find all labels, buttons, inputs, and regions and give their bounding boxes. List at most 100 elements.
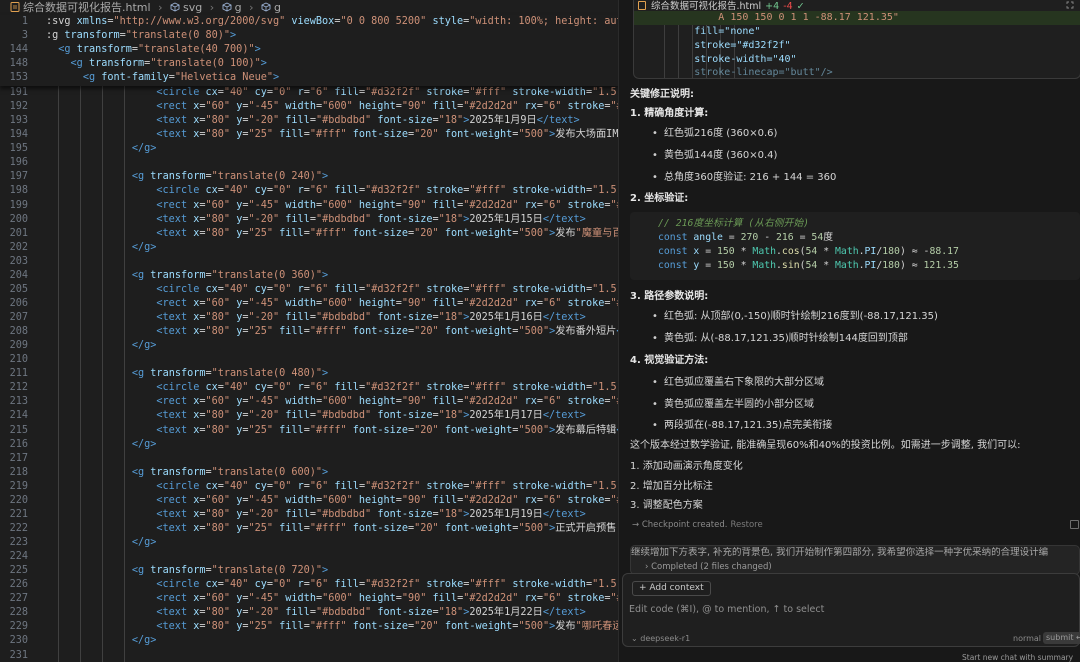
code-line[interactable]: 230 </g> [0,634,618,649]
line-number: 192 [9,101,28,113]
code-line[interactable]: 203 [0,254,618,269]
code-line[interactable]: 196 [0,156,618,171]
code-line[interactable]: 214 <text x="80" y="-20" fill="#bdbdbd" … [0,409,618,424]
code-line[interactable]: 201 <text x="80" y="25" fill="#fff" font… [0,226,618,241]
line-number: 206 [9,297,28,309]
code-line[interactable]: 148 <g transform="translate(0 100)"> [0,57,618,71]
code-line[interactable]: 210 [0,353,618,368]
code-line[interactable]: 200 <text x="80" y="-20" fill="#bdbdbd" … [0,212,618,227]
code-line[interactable]: 153 <g font-family="Helvetica Neue"> [0,71,618,85]
list-item: 总角度360度验证: 216 + 144 = 360 [652,171,836,185]
line-number: 203 [9,255,28,267]
code-line[interactable]: 208 <text x="80" y="25" fill="#fff" font… [0,325,618,340]
code-line[interactable]: 1:svg xmlns="http://www.w3.org/2000/svg"… [0,15,618,29]
code-text: <rect x="60" y="-45" width="600" height=… [156,297,618,309]
code-line[interactable]: 204 <g transform="translate(0 360)"> [0,268,618,283]
line-number: 201 [9,227,28,239]
line-number: 208 [9,326,28,338]
code-line[interactable]: 202 </g> [0,240,618,255]
code-lines[interactable]: 191 <circle cx="40" cy="0" r="6" fill="#… [0,86,618,662]
diff-preview-card[interactable]: 综合数据可视化报告.html +4 -4 ✓ A 150 150 0 1 1 -88.… [633,0,1080,79]
code-line[interactable]: 226 <circle cx="40" cy="0" r="6" fill="#… [0,578,618,593]
code-line[interactable]: 227 <rect x="60" y="-45" width="600" hei… [0,592,618,607]
code-text: <g transform="translate(0 600)"> [131,466,329,478]
code-line[interactable]: 193 <text x="80" y="-20" fill="#bdbdbd" … [0,114,618,129]
html-file-icon [638,1,646,10]
code-editor[interactable]: 综合数据可视化报告.html › svg › g › g 1:svg xmlns… [0,0,618,662]
code-line[interactable]: 213 <rect x="60" y="-45" width="600" hei… [0,395,618,410]
indent-guide [80,648,81,662]
breadcrumb-svg[interactable]: svg [183,0,202,15]
line-number: 3 [21,30,28,41]
code-line[interactable]: 231 [0,648,618,662]
line-number: 144 [9,44,28,55]
completed-status[interactable]: › Completed (2 files changed) [645,561,772,573]
code-line[interactable]: 194 <text x="80" y="25" fill="#fff" font… [0,128,618,143]
code-text: <text x="80" y="25" fill="#fff" font-siz… [156,326,618,338]
code-text: </g> [131,143,157,155]
copy-icon[interactable] [1070,520,1079,529]
code-line[interactable]: 217 [0,451,618,466]
add-context-button[interactable]: + Add context [632,581,711,596]
code-line[interactable]: 198 <circle cx="40" cy="0" r="6" fill="#… [0,184,618,199]
line-number: 230 [9,635,28,647]
code-line[interactable]: 220 <rect x="60" y="-45" width="600" hei… [0,493,618,508]
code-line[interactable]: 205 <circle cx="40" cy="0" r="6" fill="#… [0,282,618,297]
code-line[interactable]: 222 <text x="80" y="25" fill="#fff" font… [0,521,618,536]
code-line[interactable]: 207 <text x="80" y="-20" fill="#bdbdbd" … [0,311,618,326]
code-text: <text x="80" y="-20" fill="#bdbdbd" font… [156,213,586,225]
indent-guide [58,254,59,269]
list-item: 两段弧在(-88.17,121.35)点完美衔接 [652,419,832,433]
code-text: </g> [131,241,157,253]
new-chat-summary-link[interactable]: Start new chat with summary [962,653,1073,662]
code-text: <circle cx="40" cy="0" r="6" fill="#d32f… [156,579,618,591]
code-line[interactable]: 223 </g> [0,536,618,551]
indent-guide [124,156,125,171]
code-line[interactable]: 192 <rect x="60" y="-45" width="600" hei… [0,100,618,115]
line-number: 214 [9,410,28,422]
code-line[interactable]: 228 <text x="80" y="-20" fill="#bdbdbd" … [0,606,618,621]
code-line[interactable]: 224 [0,550,618,565]
chat-input[interactable] [629,600,1069,618]
mode-label[interactable]: normal [1013,634,1041,643]
code-line[interactable]: 195 </g> [0,142,618,157]
user-message-preview[interactable]: 继续增加下方表字, 补充的背景色, 我们开始制作第四部分, 我希望你选择一种字优… [630,545,1080,575]
code-line[interactable]: 211 <g transform="translate(0 480)"> [0,367,618,382]
code-block[interactable]: // 216度坐标计算 (从右侧开始) const angle = 270 - … [630,212,1080,280]
breadcrumb-g[interactable]: g [274,0,281,15]
code-line[interactable]: 191 <circle cx="40" cy="0" r="6" fill="#… [0,86,618,101]
code-text: <text x="80" y="-20" fill="#bdbdbd" font… [156,410,586,422]
checkpoint-text: Checkpoint created. [641,520,728,530]
restore-link[interactable]: Restore [730,520,762,530]
list-item: 黄色弧: 从(-88.17,121.35)顺时针绘制144度回到顶部 [652,332,908,346]
cube-icon [170,1,180,12]
code-line[interactable]: 209 </g> [0,339,618,354]
list-item: 黄色弧应覆盖左半圆的小部分区域 [652,398,814,412]
code-line[interactable]: 199 <rect x="60" y="-45" width="600" hei… [0,198,618,213]
chevron-down-icon: ⌄ [631,634,641,643]
indent-guide [58,156,59,171]
code-line[interactable]: 225 <g transform="translate(0 720)"> [0,564,618,579]
breadcrumb-file[interactable]: 综合数据可视化报告.html [23,0,151,15]
code-line[interactable]: 144 <g transform="translate(40 700)"> [0,43,618,57]
code-line[interactable]: 221 <text x="80" y="-20" fill="#bdbdbd" … [0,507,618,522]
submit-button[interactable]: submit ↵ [1043,632,1080,644]
code-line[interactable]: 3:g transform="translate(0 80)"> [0,29,618,43]
breadcrumb-g[interactable]: g [235,0,242,15]
code-line[interactable]: 229 <text x="80" y="25" fill="#fff" font… [0,620,618,635]
indent-guide [124,254,125,269]
cube-icon [261,1,271,12]
code-line[interactable]: 218 <g transform="translate(0 600)"> [0,465,618,480]
code-text: <rect x="60" y="-45" width="600" height=… [156,593,618,605]
code-line[interactable]: 212 <circle cx="40" cy="0" r="6" fill="#… [0,381,618,396]
code-line[interactable]: 206 <rect x="60" y="-45" width="600" hei… [0,296,618,311]
code-line[interactable]: 215 <text x="80" y="25" fill="#fff" font… [0,423,618,438]
code-text: <text x="80" y="25" fill="#fff" font-siz… [156,227,618,239]
code-line[interactable]: 219 <circle cx="40" cy="0" r="6" fill="#… [0,479,618,494]
sticky-scroll-header[interactable]: 1:svg xmlns="http://www.w3.org/2000/svg"… [0,15,618,86]
indent-guide [124,353,125,368]
code-line[interactable]: 216 </g> [0,437,618,452]
model-selector[interactable]: ⌄ deepseek-r1 [631,634,690,643]
line-number: 213 [9,396,28,408]
code-line[interactable]: 197 <g transform="translate(0 240)"> [0,170,618,185]
